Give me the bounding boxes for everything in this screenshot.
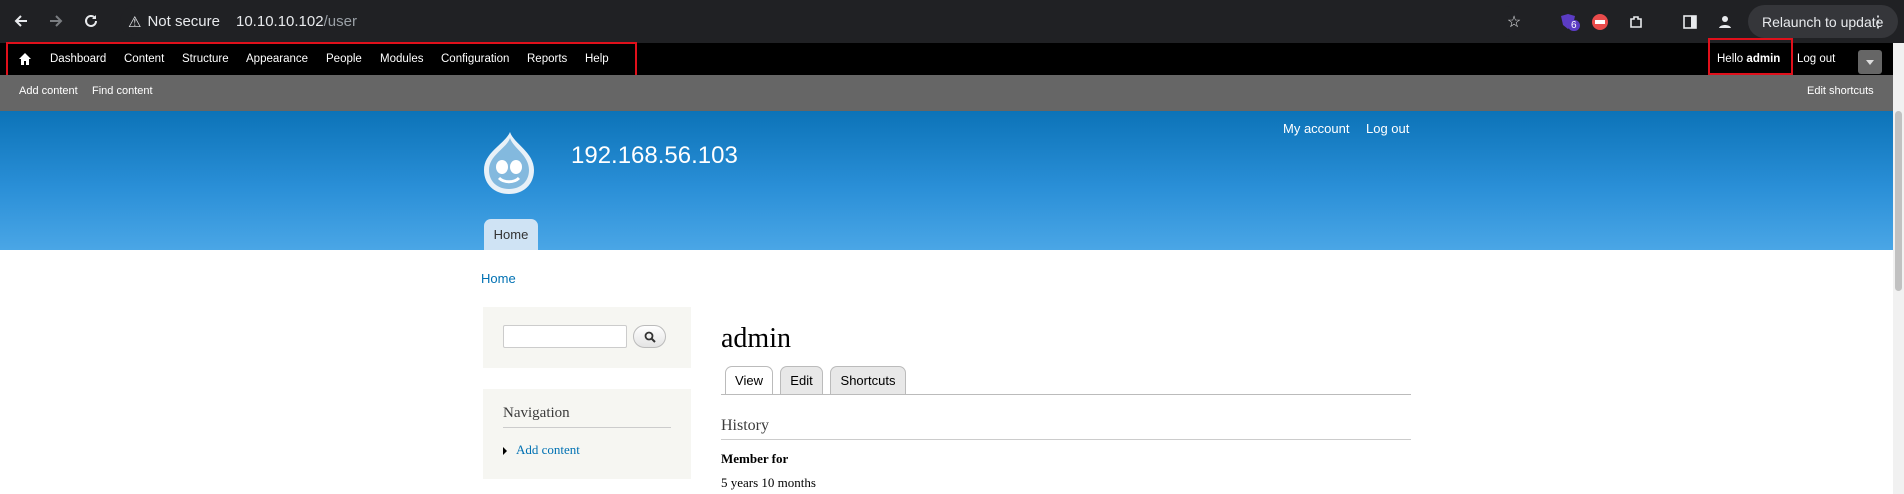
header-logout-link[interactable]: Log out — [1366, 121, 1409, 136]
shortcuts-toggle-button[interactable] — [1858, 50, 1882, 74]
extension-icon[interactable]: 6 — [1556, 10, 1580, 34]
browser-chrome: ⚠ Not secure 10.10.10.102/user ☆ 6 Relau… — [0, 0, 1904, 43]
relaunch-button[interactable]: Relaunch to update ⋮ — [1748, 5, 1898, 38]
drupal-logo[interactable] — [480, 130, 538, 196]
extension-badge: 6 — [1568, 20, 1580, 31]
edit-shortcuts-link[interactable]: Edit shortcuts — [1807, 75, 1874, 111]
navigation-title: Navigation — [503, 405, 570, 421]
site-header — [0, 111, 1893, 250]
navigation-block — [483, 389, 691, 479]
shortcuts-bar: Add content Find content Edit shortcuts — [0, 75, 1893, 111]
shortcut-add-content[interactable]: Add content — [19, 75, 78, 111]
page-title: admin — [721, 323, 791, 354]
breadcrumb[interactable]: Home — [481, 271, 516, 286]
highlight-box — [1708, 38, 1793, 75]
search-icon — [644, 331, 656, 343]
page-scrollbar[interactable] — [1893, 43, 1904, 494]
search-input[interactable] — [503, 325, 627, 348]
site-name[interactable]: 192.168.56.103 — [571, 142, 738, 170]
security-label[interactable]: Not secure — [147, 13, 220, 30]
menu-dots-icon[interactable]: ⋮ — [1870, 12, 1886, 32]
my-account-link[interactable]: My account — [1283, 121, 1349, 136]
tab-edit[interactable]: Edit — [780, 366, 823, 394]
main-menu-home[interactable]: Home — [484, 219, 538, 250]
member-for-value: 5 years 10 months — [721, 475, 816, 490]
nav-add-content-link[interactable]: Add content — [516, 442, 580, 458]
collapsed-arrow-icon — [503, 447, 507, 455]
history-heading: History — [721, 417, 769, 434]
back-icon[interactable] — [10, 10, 32, 32]
bookmark-star-icon[interactable]: ☆ — [1502, 10, 1526, 34]
warning-icon: ⚠ — [128, 13, 142, 31]
url-path: /user — [323, 13, 357, 30]
divider — [721, 439, 1411, 440]
relaunch-label: Relaunch to update — [1762, 13, 1884, 30]
tab-view[interactable]: View — [725, 366, 773, 395]
address-bar[interactable]: ⚠ Not secure 10.10.10.102/user — [120, 6, 1520, 37]
extension-icon[interactable] — [1588, 10, 1612, 34]
tabs-divider — [721, 394, 1411, 395]
url-host: 10.10.10.102 — [236, 13, 324, 30]
divider — [503, 427, 671, 428]
side-panel-icon[interactable] — [1678, 10, 1702, 34]
tab-shortcuts[interactable]: Shortcuts — [830, 366, 906, 394]
forward-icon[interactable] — [45, 10, 67, 32]
member-for-label: Member for — [721, 451, 789, 466]
scrollbar-thumb[interactable] — [1895, 111, 1902, 291]
extensions-puzzle-icon[interactable] — [1624, 10, 1648, 34]
search-button[interactable] — [633, 325, 666, 348]
profile-icon[interactable] — [1713, 10, 1737, 34]
shortcut-find-content[interactable]: Find content — [92, 75, 153, 111]
toolbar-logout-link[interactable]: Log out — [1797, 43, 1835, 75]
reload-icon[interactable] — [80, 10, 102, 32]
